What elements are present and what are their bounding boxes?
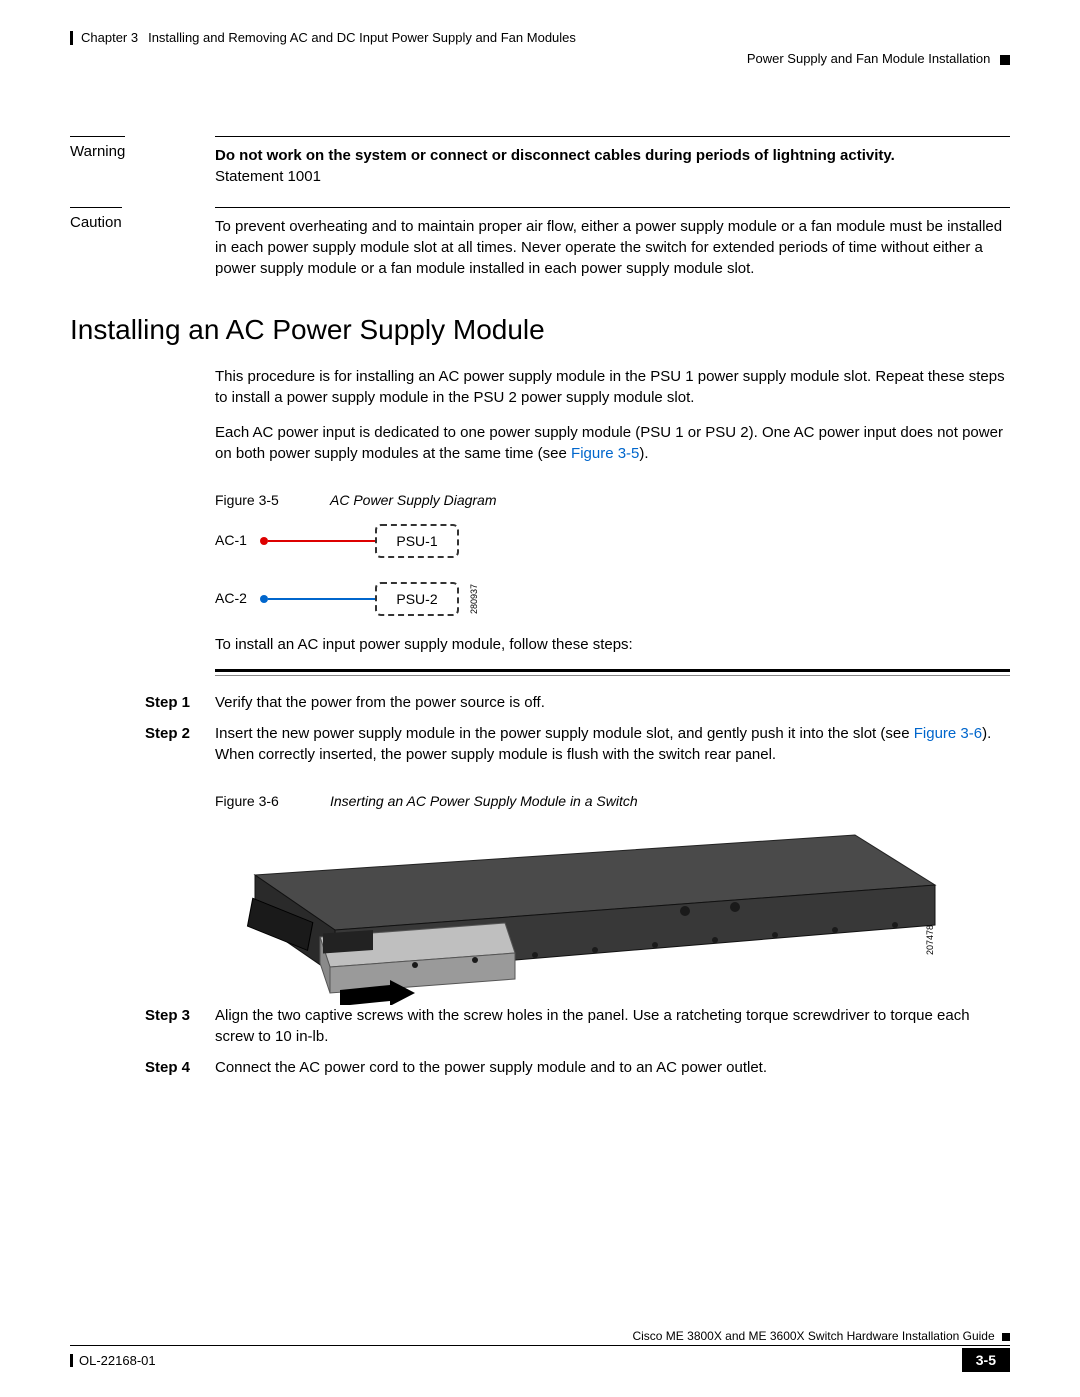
warning-statement: Statement 1001: [215, 168, 321, 185]
caution-text: To prevent overheating and to maintain p…: [215, 207, 1010, 279]
step-4-label: Step 4: [70, 1057, 215, 1078]
figure-3-6-caption: Figure 3-6 Inserting an AC Power Supply …: [215, 793, 1010, 809]
page-number-badge: 3-5: [962, 1348, 1010, 1372]
header: Chapter 3 Installing and Removing AC and…: [70, 30, 1010, 45]
caution-callout: Caution To prevent overheating and to ma…: [70, 207, 1010, 279]
steps-divider: [215, 669, 1010, 676]
square-icon: [1002, 1333, 1010, 1341]
step-2-pre: Insert the new power supply module in th…: [215, 725, 914, 742]
ac-1-label: AC-1: [215, 532, 247, 548]
psu-2-box: PSU-2: [375, 582, 459, 616]
intro-paragraph-1: This procedure is for installing an AC p…: [215, 366, 1010, 408]
document-page: Chapter 3 Installing and Removing AC and…: [0, 0, 1080, 1397]
psu-1-box: PSU-1: [375, 524, 459, 558]
step-1-row: Step 1 Verify that the power from the po…: [70, 692, 1010, 713]
figure-3-5-title: AC Power Supply Diagram: [330, 492, 497, 508]
footer-docnum: OL-22168-01: [79, 1353, 156, 1368]
step-2-text: Insert the new power supply module in th…: [215, 723, 1010, 765]
ac-2-label: AC-2: [215, 590, 247, 606]
step-2-row: Step 2 Insert the new power supply modul…: [70, 723, 1010, 765]
blue-line-icon: [268, 598, 375, 600]
caution-label: Caution: [70, 207, 122, 233]
figure-3-6-diagram: 207478: [215, 825, 955, 1005]
figure-3-6-link[interactable]: Figure 3-6: [914, 725, 982, 742]
intro-paragraph-2: Each AC power input is dedicated to one …: [215, 422, 1010, 464]
figure-3-5-caption: Figure 3-5 AC Power Supply Diagram: [215, 492, 1010, 508]
step-1-text: Verify that the power from the power sou…: [215, 692, 1010, 713]
step-3-row: Step 3 Align the two captive screws with…: [70, 1005, 1010, 1047]
step-4-row: Step 4 Connect the AC power cord to the …: [70, 1057, 1010, 1078]
intro-p2-post: ).: [639, 445, 648, 462]
footer-guide-title: Cisco ME 3800X and ME 3600X Switch Hardw…: [632, 1329, 994, 1343]
figure-3-6-number: Figure 3-6: [215, 793, 330, 809]
step-1-label: Step 1: [70, 692, 215, 713]
chapter-title: Installing and Removing AC and DC Input …: [148, 30, 576, 45]
step-2-label: Step 2: [70, 723, 215, 765]
psu-2-label: PSU-2: [396, 591, 437, 607]
psu-1-label: PSU-1: [396, 533, 437, 549]
switch-illustration: [215, 825, 955, 1005]
intro-paragraph-3: To install an AC input power supply modu…: [215, 634, 1010, 655]
warning-label: Warning: [70, 136, 125, 162]
footer-bar-icon: [70, 1354, 73, 1367]
section-title: Power Supply and Fan Module Installation: [747, 51, 991, 66]
figure-3-5-number: Figure 3-5: [215, 492, 330, 508]
figure-3-5-link[interactable]: Figure 3-5: [571, 445, 639, 462]
step-3-label: Step 3: [70, 1005, 215, 1047]
section-subheader: Power Supply and Fan Module Installation: [70, 51, 1010, 66]
header-bar-icon: [70, 31, 73, 45]
square-icon: [1000, 55, 1010, 65]
step-3-text: Align the two captive screws with the sc…: [215, 1005, 1010, 1047]
red-dot-icon: [260, 537, 268, 545]
figure-3-6-id: 207478: [925, 925, 935, 955]
step-4-text: Connect the AC power cord to the power s…: [215, 1057, 1010, 1078]
figure-3-6-title: Inserting an AC Power Supply Module in a…: [330, 793, 638, 809]
blue-dot-icon: [260, 595, 268, 603]
chapter-label: Chapter 3: [81, 30, 138, 45]
figure-3-5-id: 280937: [469, 584, 479, 614]
page-footer: Cisco ME 3800X and ME 3600X Switch Hardw…: [70, 1329, 1010, 1372]
page-heading: Installing an AC Power Supply Module: [70, 314, 1010, 346]
red-line-icon: [268, 540, 375, 542]
warning-text: Do not work on the system or connect or …: [215, 147, 895, 164]
figure-3-5-diagram: AC-1 PSU-1 AC-2 PSU-2 280937: [215, 524, 535, 634]
warning-callout: Warning Do not work on the system or con…: [70, 136, 1010, 187]
